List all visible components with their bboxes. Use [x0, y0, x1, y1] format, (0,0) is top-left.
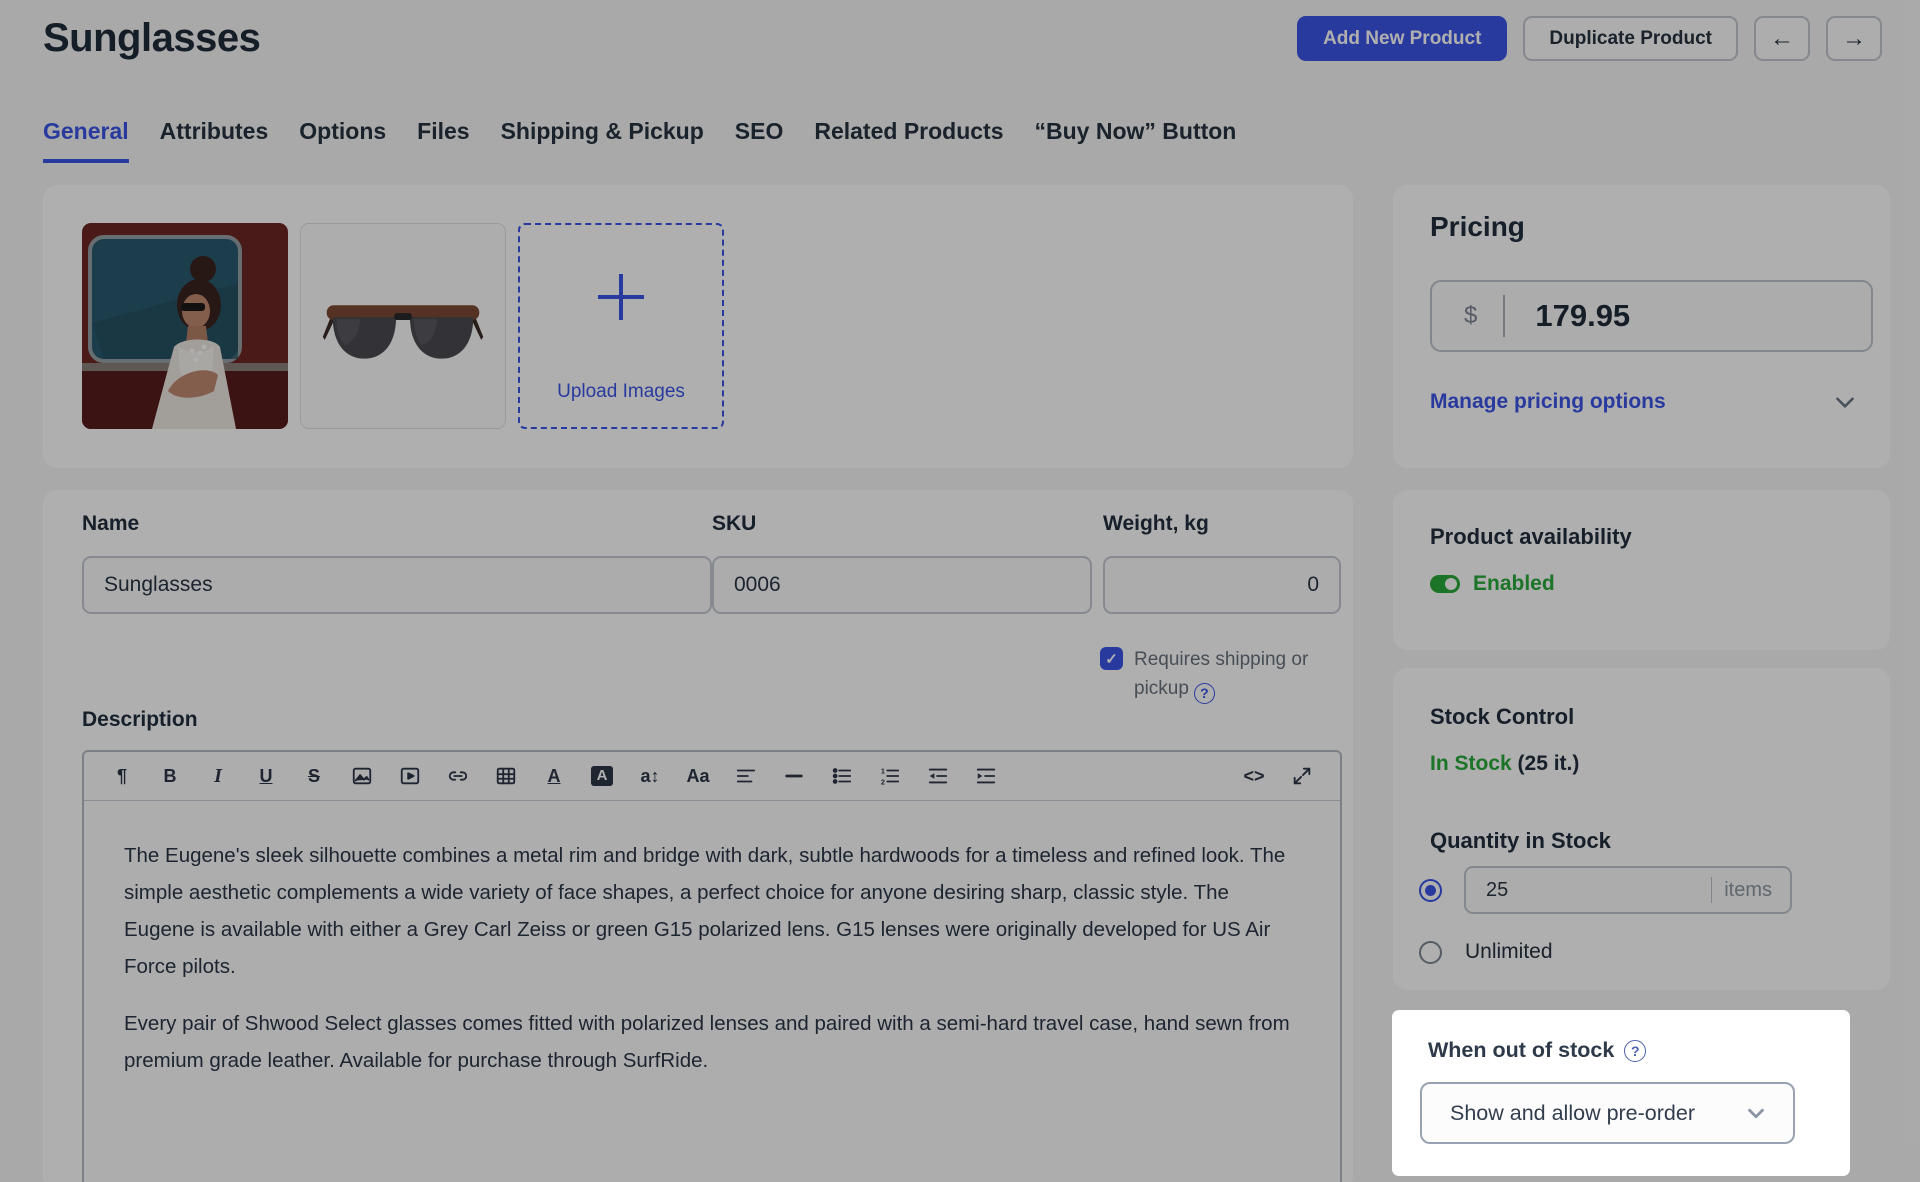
out-of-stock-select[interactable]: Show and allow pre-order	[1420, 1082, 1795, 1144]
when-out-of-stock-spotlight: When out of stock ? Show and allow pre-o…	[1392, 1010, 1850, 1176]
out-of-stock-selected-option: Show and allow pre-order	[1450, 1101, 1695, 1126]
help-icon[interactable]: ?	[1624, 1040, 1646, 1062]
chevron-down-icon	[1743, 1100, 1769, 1126]
when-out-of-stock-label: When out of stock	[1428, 1038, 1614, 1063]
when-out-of-stock-header: When out of stock ?	[1428, 1038, 1646, 1063]
dim-overlay	[0, 0, 1920, 1182]
